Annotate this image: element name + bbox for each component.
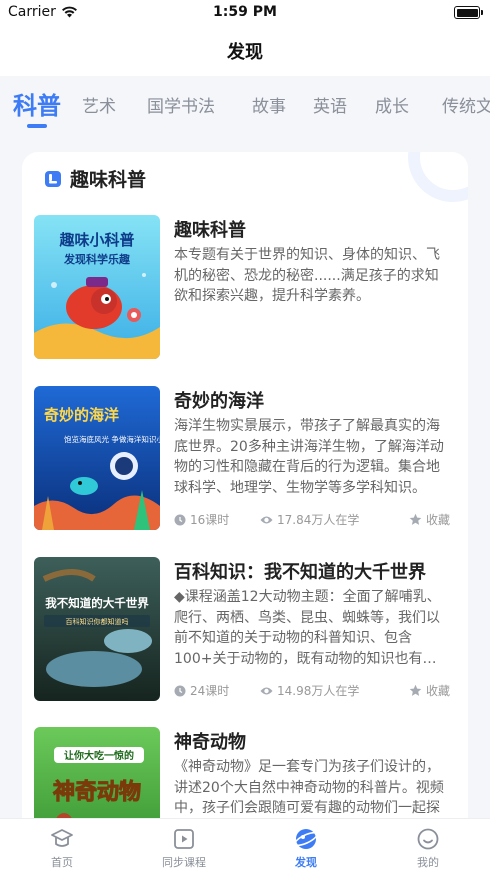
learner-count: 17.84万人在学 bbox=[260, 511, 409, 528]
course-meta: 24课时 14.98万人在学 收藏 bbox=[174, 682, 450, 699]
tab-chinese-calligraphy[interactable]: 国学书法 bbox=[147, 92, 215, 117]
tab-home-label: 首页 bbox=[51, 856, 73, 869]
page-title: 发现 bbox=[227, 42, 263, 63]
navigation-bar: 发现 bbox=[0, 26, 490, 76]
thumbnail-title: 我不知道的大千世界 bbox=[45, 596, 149, 610]
card-decoration bbox=[408, 152, 468, 202]
tab-english[interactable]: 英语 bbox=[313, 92, 347, 117]
thumbnail-title: 趣味小科普 bbox=[58, 231, 134, 249]
active-tab-indicator bbox=[27, 124, 47, 128]
learner-count-label: 14.98万人在学 bbox=[277, 684, 360, 698]
graduation-cap-icon bbox=[51, 829, 73, 847]
category-tabs: 科普 艺术 国学书法 故事 英语 成长 传统文 bbox=[0, 76, 490, 134]
clock-icon bbox=[174, 685, 186, 696]
section-title: 趣味科普 bbox=[70, 169, 147, 191]
learner-count-label: 17.84万人在学 bbox=[277, 513, 360, 527]
course-section-card: 趣味科普 趣味小科普 发现科学乐趣 趣味科普 本专题有关于世界的知识、身体的知识… bbox=[22, 152, 468, 852]
tab-discover[interactable]: 发现 bbox=[266, 827, 346, 870]
star-icon bbox=[409, 684, 422, 696]
course-item[interactable]: 奇妙的海洋 饱览海底风光 争做海洋知识小博士 奇妙的海洋 海洋生物实景展示，带孩… bbox=[34, 386, 460, 536]
smiley-face-icon bbox=[417, 828, 439, 850]
lesson-count-label: 16课时 bbox=[190, 513, 230, 527]
thumbnail-subtitle: 发现科学乐趣 bbox=[63, 252, 131, 266]
course-meta: 16课时 17.84万人在学 收藏 bbox=[174, 511, 450, 528]
lesson-count-label: 24课时 bbox=[190, 684, 230, 698]
tab-science[interactable]: 科普 bbox=[13, 86, 61, 121]
thumbnail-subtitle: 饱览海底风光 争做海洋知识小博士 bbox=[64, 434, 160, 444]
tab-mine[interactable]: 我的 bbox=[388, 827, 468, 870]
learner-count: 14.98万人在学 bbox=[260, 682, 409, 699]
course-title: 奇妙的海洋 bbox=[174, 391, 264, 412]
thumbnail-title: 神奇动物 bbox=[53, 779, 141, 805]
favorite-button[interactable]: 收藏 bbox=[409, 682, 450, 699]
tab-tradition[interactable]: 传统文 bbox=[442, 92, 490, 117]
eye-icon bbox=[260, 687, 273, 694]
favorite-label: 收藏 bbox=[425, 513, 450, 527]
course-description: ◆课程涵盖12大动物主题：全面了解哺乳、爬行、两栖、鸟类、昆虫、蜘蛛等，我们以前… bbox=[174, 589, 441, 667]
discover-planet-icon bbox=[294, 829, 318, 849]
course-thumbnail: 趣味小科普 发现科学乐趣 bbox=[34, 215, 160, 359]
tab-synced-courses-label: 同步课程 bbox=[162, 856, 206, 869]
course-title: 趣味科普 bbox=[174, 220, 246, 241]
thumbnail-subtitle: 让你大吃一惊的 bbox=[64, 749, 134, 762]
status-bar: Carrier 1:59 PM bbox=[0, 0, 490, 26]
lesson-count: 24课时 bbox=[174, 682, 260, 699]
bottom-tab-bar: 首页 同步课程 发现 我的 bbox=[0, 818, 490, 876]
book-icon bbox=[45, 170, 61, 187]
tab-stories[interactable]: 故事 bbox=[252, 92, 286, 117]
tab-home[interactable]: 首页 bbox=[22, 827, 102, 870]
battery-icon bbox=[454, 6, 483, 19]
favorite-button[interactable]: 收藏 bbox=[409, 511, 450, 528]
tab-synced-courses[interactable]: 同步课程 bbox=[144, 827, 224, 870]
star-icon bbox=[409, 513, 422, 525]
clock-icon bbox=[174, 514, 186, 525]
status-time: 1:59 PM bbox=[213, 4, 277, 20]
thumbnail-subtitle: 百科知识你都知道吗 bbox=[66, 617, 129, 626]
course-item[interactable]: 趣味小科普 发现科学乐趣 趣味科普 本专题有关于世界的知识、身体的知识、飞机的秘… bbox=[34, 215, 460, 365]
favorite-label: 收藏 bbox=[425, 684, 450, 698]
course-thumbnail: 奇妙的海洋 饱览海底风光 争做海洋知识小博士 bbox=[34, 386, 160, 530]
section-header: 趣味科普 bbox=[44, 165, 146, 192]
course-thumbnail: 我不知道的大千世界 百科知识你都知道吗 bbox=[34, 557, 160, 701]
tab-art[interactable]: 艺术 bbox=[82, 92, 116, 117]
tab-mine-label: 我的 bbox=[417, 856, 439, 869]
lesson-count: 16课时 bbox=[174, 511, 260, 528]
course-description: 海洋生物实景展示，带孩子了解最真实的海底世界。20多种主讲海洋生物，了解海洋动物… bbox=[174, 418, 444, 496]
video-play-icon bbox=[174, 829, 194, 849]
course-title: 百科知识：我不知道的大千世界 bbox=[174, 562, 426, 583]
tab-growth[interactable]: 成长 bbox=[375, 92, 409, 117]
course-item[interactable]: 我不知道的大千世界 百科知识你都知道吗 百科知识：我不知道的大千世界 ◆课程涵盖… bbox=[34, 557, 460, 707]
thumbnail-title: 奇妙的海洋 bbox=[44, 406, 119, 424]
tab-discover-label: 发现 bbox=[295, 856, 317, 869]
course-description: 本专题有关于世界的知识、身体的知识、飞机的秘密、恐龙的秘密......满足孩子的… bbox=[174, 247, 440, 304]
course-title: 神奇动物 bbox=[174, 732, 246, 753]
eye-icon bbox=[260, 516, 273, 523]
